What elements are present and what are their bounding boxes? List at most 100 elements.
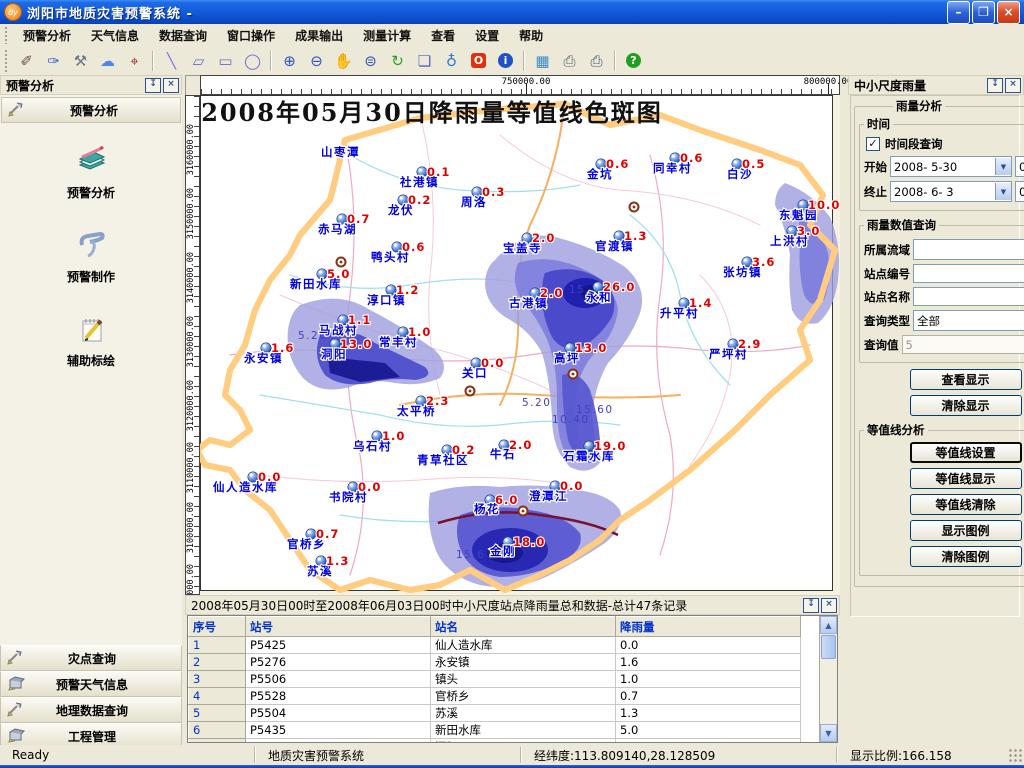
station-code-input[interactable] bbox=[913, 264, 1024, 283]
end-hour-combo[interactable]: 00 ▼ bbox=[1015, 181, 1024, 202]
station-name: 官桥乡 bbox=[431, 688, 616, 705]
station-value-label: 0.3 bbox=[482, 185, 505, 199]
locate-tool-icon[interactable]: ⌖ bbox=[122, 48, 147, 73]
zoom-out-icon[interactable]: ⊖ bbox=[304, 48, 329, 73]
time-range-checkbox[interactable]: ✓ bbox=[866, 137, 880, 151]
table-row[interactable]: 3P5506镇头1.0 bbox=[189, 671, 801, 688]
column-header-1[interactable]: 站号 bbox=[246, 617, 431, 637]
tool-warning-analysis[interactable]: 预警分析 bbox=[67, 143, 115, 201]
map-output-icon[interactable]: ▦ bbox=[530, 48, 555, 73]
basin-combo[interactable]: ▼ bbox=[913, 239, 1024, 260]
menu-item-1[interactable]: 天气信息 bbox=[81, 25, 149, 46]
analysis-tool-icon[interactable]: ✐ bbox=[14, 48, 39, 73]
station-value-label: 0.5 bbox=[742, 157, 765, 171]
print-setup-icon[interactable]: ⎙ bbox=[584, 48, 609, 73]
zoom-in-icon[interactable]: ⊕ bbox=[277, 48, 302, 73]
toolbar-grip[interactable] bbox=[4, 26, 9, 44]
menu-item-7[interactable]: 设置 bbox=[465, 25, 509, 46]
column-header-2[interactable]: 站名 bbox=[431, 617, 616, 637]
polygon-tool-icon[interactable]: ▱ bbox=[186, 48, 211, 73]
rainfall-value: 1.6 bbox=[616, 654, 801, 671]
start-date-combo[interactable]: 2008- 5-30 ▼ bbox=[890, 156, 1012, 177]
menu-item-0[interactable]: 预警分析 bbox=[13, 25, 81, 46]
menu-item-6[interactable]: 查看 bbox=[421, 25, 465, 46]
close-button[interactable]: × bbox=[997, 1, 1020, 24]
hammer-tool-icon[interactable]: ⚒ bbox=[68, 48, 93, 73]
contour-show-button[interactable]: 等值线显示 bbox=[910, 468, 1022, 489]
overview-icon[interactable]: O bbox=[466, 48, 491, 73]
table-row[interactable]: 4P5528官桥乡0.7 bbox=[189, 688, 801, 705]
close-icon[interactable]: × bbox=[163, 78, 179, 93]
restore-button[interactable]: ❐ bbox=[972, 1, 995, 24]
title-bar[interactable]: dy 浏阳市地质灾害预警系统 - – ❐ × bbox=[0, 0, 1024, 24]
zoom-extent-icon[interactable]: ⊜ bbox=[358, 48, 383, 73]
scroll-down-icon[interactable]: ▼ bbox=[820, 724, 837, 742]
chevron-down-icon[interactable]: ▼ bbox=[995, 183, 1011, 200]
end-date-combo[interactable]: 2008- 6- 3 ▼ bbox=[890, 181, 1012, 202]
contour-settings-button[interactable]: 等值线设置 bbox=[910, 442, 1022, 463]
tool-label: 预警制作 bbox=[67, 268, 115, 285]
toolbar-grip[interactable] bbox=[4, 49, 9, 72]
rainfall-table[interactable]: 序号站号站名降雨量 1P5425仙人造水库0.02P5276永安镇1.63P55… bbox=[188, 616, 801, 743]
rain-value-query-group: 雨量数值查询 所属流域 ▼ 站点编号 站点名称 bbox=[859, 217, 1024, 363]
pin-icon[interactable]: ↧ bbox=[803, 598, 819, 613]
refresh-view-icon[interactable]: ↻ bbox=[385, 48, 410, 73]
window-title: 浏阳市地质灾害预警系统 - bbox=[27, 3, 193, 22]
menu-item-5[interactable]: 测量计算 bbox=[353, 25, 421, 46]
draw-warning-icon[interactable]: ✑ bbox=[41, 48, 66, 73]
menu-item-4[interactable]: 成果输出 bbox=[285, 25, 353, 46]
clear-legend-button[interactable]: 清除图例 bbox=[910, 546, 1022, 567]
sidebar-item-warning-weather-info[interactable]: 预警天气信息 bbox=[0, 671, 182, 697]
query-value-input[interactable] bbox=[902, 335, 1024, 354]
pin-icon[interactable]: ↧ bbox=[987, 78, 1003, 93]
ellipse-tool-icon[interactable]: ◯ bbox=[240, 48, 265, 73]
map-panel: 750000.00800000.00 3160000.003150000.003… bbox=[185, 75, 840, 595]
table-row[interactable]: 5P5504苏溪1.3 bbox=[189, 705, 801, 722]
show-display-button[interactable]: 查看显示 bbox=[910, 369, 1022, 390]
column-header-3[interactable]: 降雨量 bbox=[616, 617, 801, 637]
copy-layer-icon[interactable]: ❏ bbox=[412, 48, 437, 73]
column-header-0[interactable]: 序号 bbox=[189, 617, 246, 637]
tool-warning-production[interactable]: 预警制作 bbox=[67, 227, 115, 285]
menu-item-2[interactable]: 数据查询 bbox=[149, 25, 217, 46]
sidebar-item-geographic-data-query[interactable]: 地理数据查询 bbox=[0, 697, 182, 723]
left-panel-section-header[interactable]: 预警分析 bbox=[1, 97, 181, 123]
show-legend-button[interactable]: 显示图例 bbox=[910, 520, 1022, 541]
hammer-icon bbox=[8, 101, 26, 120]
menu-item-8[interactable]: 帮助 bbox=[509, 25, 553, 46]
cloud-tool-icon[interactable]: ☁ bbox=[95, 48, 120, 73]
station-name-input[interactable] bbox=[913, 287, 1024, 306]
sidebar-item-disaster-point-query[interactable]: 灾点查询 bbox=[0, 645, 182, 671]
chevron-down-icon[interactable]: ▼ bbox=[995, 158, 1011, 175]
rectangle-tool-icon[interactable]: ▭ bbox=[213, 48, 238, 73]
close-icon[interactable]: × bbox=[821, 598, 837, 613]
query-type-combo[interactable]: 全部 ▼ bbox=[913, 310, 1024, 331]
vertical-scrollbar[interactable]: ▲ ▼ bbox=[819, 616, 837, 742]
resize-grip[interactable] bbox=[1008, 748, 1022, 762]
minimize-button[interactable]: – bbox=[947, 1, 970, 24]
print-icon[interactable]: ⎙ bbox=[557, 48, 582, 73]
pan-icon[interactable]: ✋ bbox=[331, 48, 356, 73]
contour-clear-button[interactable]: 等值线清除 bbox=[910, 494, 1022, 515]
tool-auxiliary-plotting[interactable]: 辅助标绘 bbox=[67, 311, 115, 369]
table-row[interactable]: 2P5276永安镇1.6 bbox=[189, 654, 801, 671]
table-row[interactable]: 1P5425仙人造水库0.0 bbox=[189, 637, 801, 654]
map-canvas[interactable]: 2008年05月30日降雨量等值线色斑图5.205.2015.6010.4015… bbox=[200, 95, 840, 595]
info-icon[interactable]: i bbox=[493, 48, 518, 73]
table-row[interactable]: 7P5310洞阳13.0 bbox=[189, 739, 801, 744]
start-hour-combo[interactable]: 00 ▼ bbox=[1015, 156, 1024, 177]
scroll-up-icon[interactable]: ▲ bbox=[820, 616, 837, 634]
bottom-panel-title: 2008年05月30日00时至2008年06月03日00时中小尺度站点降雨量总和… bbox=[191, 597, 687, 614]
globe-icon[interactable]: ♁ bbox=[439, 48, 464, 73]
line-tool-icon[interactable]: ╲ bbox=[159, 48, 184, 73]
table-row[interactable]: 6P5435新田水库5.0 bbox=[189, 722, 801, 739]
clear-display-button[interactable]: 清除显示 bbox=[910, 395, 1022, 416]
scrollbar-thumb[interactable] bbox=[821, 635, 836, 659]
row-index: 3 bbox=[189, 671, 246, 688]
station-山枣潭[interactable]: 山枣潭 bbox=[321, 145, 360, 159]
close-icon[interactable]: × bbox=[1005, 78, 1021, 93]
help-icon[interactable]: ? bbox=[621, 48, 646, 73]
menu-item-3[interactable]: 窗口操作 bbox=[217, 25, 285, 46]
ruler-label: 3120000.00 bbox=[186, 380, 196, 431]
pin-icon[interactable]: ↧ bbox=[145, 78, 161, 93]
